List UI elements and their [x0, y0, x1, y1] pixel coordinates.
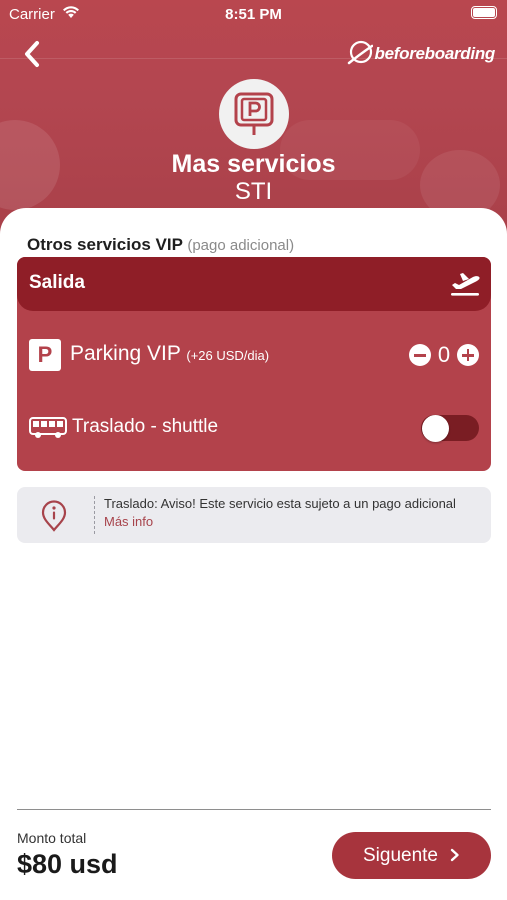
back-button[interactable]	[18, 38, 48, 70]
shuttle-row: Traslado - shuttle	[29, 414, 479, 444]
status-bar: Carrier 8:51 PM	[0, 0, 507, 28]
clock: 8:51 PM	[225, 6, 282, 23]
chevron-right-icon	[450, 846, 460, 868]
decrement-button[interactable]	[409, 344, 431, 366]
next-button[interactable]: Siguente	[332, 832, 491, 879]
more-info-link[interactable]: Más info	[104, 514, 153, 529]
parking-badge: P	[29, 339, 61, 371]
bus-icon	[29, 417, 67, 444]
notice-divider	[94, 496, 95, 534]
next-button-label: Siguente	[362, 844, 438, 866]
battery-icon	[471, 6, 497, 19]
parking-vip-row: P Parking VIP (+26 USD/dia) 0	[29, 339, 479, 371]
parking-sign-icon	[219, 79, 289, 149]
plane-takeoff-icon	[449, 269, 481, 302]
card-title: Salida	[29, 272, 85, 293]
departure-services-card: Salida P Parking VIP (+26 USD/dia) 0 Tra…	[17, 257, 491, 471]
toggle-knob	[422, 415, 449, 442]
notice-text: Traslado: Aviso! Este servicio esta suje…	[104, 496, 456, 511]
chevron-left-icon	[25, 41, 39, 67]
footer-divider	[17, 809, 491, 810]
card-header: Salida	[17, 257, 491, 311]
parking-price-note: (+26 USD/dia)	[186, 348, 270, 363]
total-label: Monto total	[17, 830, 87, 846]
section-title-text: Otros servicios VIP	[27, 235, 183, 254]
info-pin-icon	[39, 500, 69, 537]
section-title-note: (pago adicional)	[187, 237, 295, 254]
section-title: Otros servicios VIP (pago adicional)	[27, 235, 294, 255]
parking-label-text: Parking VIP	[70, 342, 181, 365]
info-notice: Traslado: Aviso! Este servicio esta suje…	[17, 487, 491, 543]
total-amount: $80 usd	[17, 849, 118, 879]
parking-quantity-stepper: 0	[409, 342, 479, 368]
brand-name: beforeboarding	[374, 44, 496, 63]
parking-label: Parking VIP (+26 USD/dia)	[70, 342, 269, 366]
page-subtitle: STI	[234, 178, 273, 205]
shuttle-label: Traslado - shuttle	[72, 416, 219, 437]
page-title: Mas servicios	[171, 150, 336, 178]
increment-button[interactable]	[457, 344, 479, 366]
parking-quantity: 0	[437, 342, 451, 367]
shuttle-toggle[interactable]	[421, 415, 479, 442]
globe-swoosh-icon	[347, 40, 373, 65]
brand-logo: beforeboarding	[347, 36, 495, 72]
